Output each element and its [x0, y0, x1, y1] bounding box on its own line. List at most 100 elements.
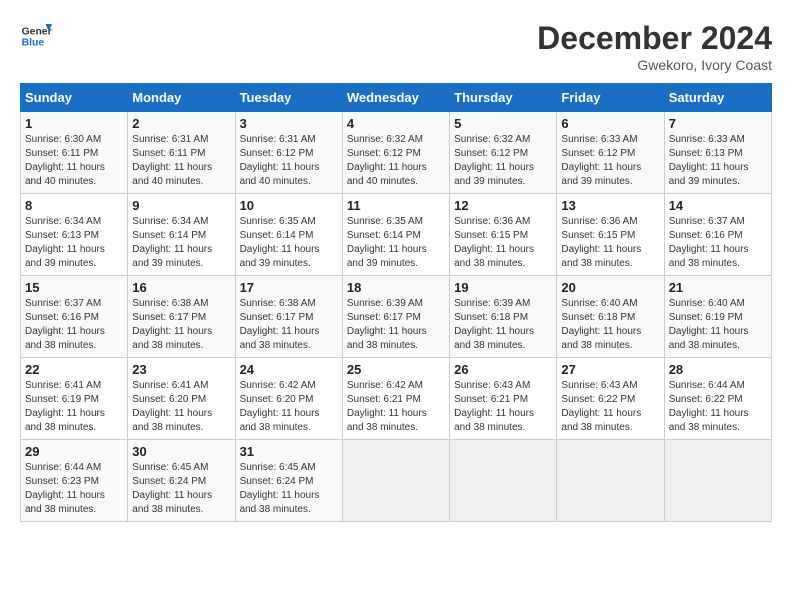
day-info: Sunrise: 6:44 AM Sunset: 6:23 PM Dayligh… [25, 461, 123, 517]
weekday-header: Wednesday [342, 84, 449, 112]
calendar-cell: 17 Sunrise: 6:38 AM Sunset: 6:17 PM Dayli… [235, 276, 342, 358]
day-number: 29 [25, 444, 123, 459]
day-info: Sunrise: 6:32 AM Sunset: 6:12 PM Dayligh… [347, 133, 445, 189]
weekday-header: Thursday [450, 84, 557, 112]
day-number: 19 [454, 280, 552, 295]
calendar-cell: 24 Sunrise: 6:42 AM Sunset: 6:20 PM Dayli… [235, 358, 342, 440]
day-info: Sunrise: 6:31 AM Sunset: 6:11 PM Dayligh… [132, 133, 230, 189]
calendar-cell: 8 Sunrise: 6:34 AM Sunset: 6:13 PM Daylig… [21, 194, 128, 276]
day-number: 7 [669, 116, 767, 131]
calendar-cell: 9 Sunrise: 6:34 AM Sunset: 6:14 PM Daylig… [128, 194, 235, 276]
day-info: Sunrise: 6:42 AM Sunset: 6:21 PM Dayligh… [347, 379, 445, 435]
day-number: 25 [347, 362, 445, 377]
calendar-cell: 23Sunrise: 6:41 AM Sunset: 6:20 PM Dayli… [128, 358, 235, 440]
day-number: 27 [561, 362, 659, 377]
svg-text:Blue: Blue [22, 38, 45, 49]
weekday-header: Monday [128, 84, 235, 112]
calendar-cell: 7 Sunrise: 6:33 AM Sunset: 6:13 PM Daylig… [664, 112, 771, 194]
calendar-cell: 12 Sunrise: 6:36 AM Sunset: 6:15 PM Dayli… [450, 194, 557, 276]
calendar-cell: 1 Sunrise: 6:30 AM Sunset: 6:11 PM Daylig… [21, 112, 128, 194]
calendar-cell: 2 Sunrise: 6:31 AM Sunset: 6:11 PM Daylig… [128, 112, 235, 194]
day-info: Sunrise: 6:37 AM Sunset: 6:16 PM Dayligh… [669, 215, 767, 271]
calendar-week-row: 15 Sunrise: 6:37 AM Sunset: 6:16 PM Dayli… [21, 276, 772, 358]
day-info: Sunrise: 6:33 AM Sunset: 6:12 PM Dayligh… [561, 133, 659, 189]
calendar-cell: 3 Sunrise: 6:31 AM Sunset: 6:12 PM Daylig… [235, 112, 342, 194]
day-info: Sunrise: 6:36 AM Sunset: 6:15 PM Dayligh… [454, 215, 552, 271]
calendar-cell: 14 Sunrise: 6:37 AM Sunset: 6:16 PM Dayli… [664, 194, 771, 276]
page-header: General Blue December 2024 Gwekoro, Ivor… [20, 20, 772, 73]
calendar-cell: 31 Sunrise: 6:45 AM Sunset: 6:24 PM Dayli… [235, 440, 342, 522]
day-info: Sunrise: 6:35 AM Sunset: 6:14 PM Dayligh… [240, 215, 338, 271]
day-info: Sunrise: 6:30 AM Sunset: 6:11 PM Dayligh… [25, 133, 123, 189]
calendar-cell: 6 Sunrise: 6:33 AM Sunset: 6:12 PM Daylig… [557, 112, 664, 194]
calendar-week-row: 8 Sunrise: 6:34 AM Sunset: 6:13 PM Daylig… [21, 194, 772, 276]
day-info: Sunrise: 6:36 AM Sunset: 6:15 PM Dayligh… [561, 215, 659, 271]
weekday-header: Sunday [21, 84, 128, 112]
day-info: Sunrise: 6:43 AM Sunset: 6:22 PM Dayligh… [561, 379, 659, 435]
month-title: December 2024 [537, 20, 772, 57]
day-number: 9 [132, 198, 230, 213]
day-number: 16 [132, 280, 230, 295]
calendar-cell: 10 Sunrise: 6:35 AM Sunset: 6:14 PM Dayli… [235, 194, 342, 276]
calendar-cell [557, 440, 664, 522]
calendar-cell: 22Sunrise: 6:41 AM Sunset: 6:19 PM Dayli… [21, 358, 128, 440]
day-info: Sunrise: 6:31 AM Sunset: 6:12 PM Dayligh… [240, 133, 338, 189]
day-number: 31 [240, 444, 338, 459]
calendar-cell: 30Sunrise: 6:45 AM Sunset: 6:24 PM Dayli… [128, 440, 235, 522]
day-number: 6 [561, 116, 659, 131]
day-info: Sunrise: 6:39 AM Sunset: 6:17 PM Dayligh… [347, 297, 445, 353]
day-number: 10 [240, 198, 338, 213]
day-info: Sunrise: 6:34 AM Sunset: 6:13 PM Dayligh… [25, 215, 123, 271]
day-number: 18 [347, 280, 445, 295]
day-number: 8 [25, 198, 123, 213]
calendar-cell: 5Sunrise: 6:32 AM Sunset: 6:12 PM Daylig… [450, 112, 557, 194]
day-number: 22 [25, 362, 123, 377]
calendar-week-row: 22Sunrise: 6:41 AM Sunset: 6:19 PM Dayli… [21, 358, 772, 440]
day-info: Sunrise: 6:42 AM Sunset: 6:20 PM Dayligh… [240, 379, 338, 435]
calendar-cell: 26 Sunrise: 6:43 AM Sunset: 6:21 PM Dayli… [450, 358, 557, 440]
day-info: Sunrise: 6:44 AM Sunset: 6:22 PM Dayligh… [669, 379, 767, 435]
day-info: Sunrise: 6:40 AM Sunset: 6:18 PM Dayligh… [561, 297, 659, 353]
title-block: December 2024 Gwekoro, Ivory Coast [537, 20, 772, 73]
day-info: Sunrise: 6:37 AM Sunset: 6:16 PM Dayligh… [25, 297, 123, 353]
weekday-header-row: SundayMondayTuesdayWednesdayThursdayFrid… [21, 84, 772, 112]
day-number: 3 [240, 116, 338, 131]
calendar-cell: 15 Sunrise: 6:37 AM Sunset: 6:16 PM Dayli… [21, 276, 128, 358]
calendar-week-row: 1 Sunrise: 6:30 AM Sunset: 6:11 PM Daylig… [21, 112, 772, 194]
calendar-cell [450, 440, 557, 522]
calendar-cell: 4 Sunrise: 6:32 AM Sunset: 6:12 PM Daylig… [342, 112, 449, 194]
day-number: 20 [561, 280, 659, 295]
calendar-cell: 16 Sunrise: 6:38 AM Sunset: 6:17 PM Dayli… [128, 276, 235, 358]
day-number: 26 [454, 362, 552, 377]
day-number: 15 [25, 280, 123, 295]
day-number: 17 [240, 280, 338, 295]
day-info: Sunrise: 6:38 AM Sunset: 6:17 PM Dayligh… [240, 297, 338, 353]
day-info: Sunrise: 6:33 AM Sunset: 6:13 PM Dayligh… [669, 133, 767, 189]
calendar-cell: 29 Sunrise: 6:44 AM Sunset: 6:23 PM Dayli… [21, 440, 128, 522]
day-number: 11 [347, 198, 445, 213]
calendar-cell: 25 Sunrise: 6:42 AM Sunset: 6:21 PM Dayli… [342, 358, 449, 440]
day-number: 12 [454, 198, 552, 213]
day-number: 23 [132, 362, 230, 377]
day-number: 28 [669, 362, 767, 377]
day-info: Sunrise: 6:32 AM Sunset: 6:12 PM Dayligh… [454, 133, 552, 189]
day-number: 4 [347, 116, 445, 131]
location-subtitle: Gwekoro, Ivory Coast [537, 57, 772, 73]
day-number: 14 [669, 198, 767, 213]
day-info: Sunrise: 6:39 AM Sunset: 6:18 PM Dayligh… [454, 297, 552, 353]
logo: General Blue [20, 20, 52, 52]
day-info: Sunrise: 6:43 AM Sunset: 6:21 PM Dayligh… [454, 379, 552, 435]
day-number: 24 [240, 362, 338, 377]
day-info: Sunrise: 6:45 AM Sunset: 6:24 PM Dayligh… [132, 461, 230, 517]
day-number: 1 [25, 116, 123, 131]
calendar-cell: 21Sunrise: 6:40 AM Sunset: 6:19 PM Dayli… [664, 276, 771, 358]
weekday-header: Tuesday [235, 84, 342, 112]
day-info: Sunrise: 6:34 AM Sunset: 6:14 PM Dayligh… [132, 215, 230, 271]
day-info: Sunrise: 6:38 AM Sunset: 6:17 PM Dayligh… [132, 297, 230, 353]
day-number: 13 [561, 198, 659, 213]
day-info: Sunrise: 6:45 AM Sunset: 6:24 PM Dayligh… [240, 461, 338, 517]
calendar-cell: 28 Sunrise: 6:44 AM Sunset: 6:22 PM Dayli… [664, 358, 771, 440]
calendar-table: SundayMondayTuesdayWednesdayThursdayFrid… [20, 83, 772, 522]
weekday-header: Saturday [664, 84, 771, 112]
day-number: 2 [132, 116, 230, 131]
